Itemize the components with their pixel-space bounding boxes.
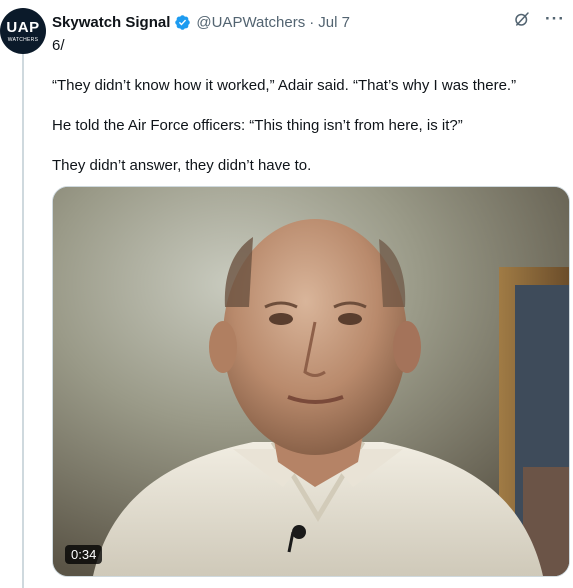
more-icon[interactable]: ··· <box>545 10 565 27</box>
header-separator: · <box>309 13 315 31</box>
avatar[interactable]: UAP WATCHERS <box>0 8 46 54</box>
tweet-paragraph: They didn’t answer, they didn’t have to. <box>52 157 312 174</box>
tweet-date[interactable]: Jul 7 <box>318 14 350 31</box>
author-handle[interactable]: @UAPWatchers <box>196 14 305 31</box>
tweet-header: Skywatch Signal @UAPWatchers · Jul 7 <box>52 11 563 33</box>
video-frame <box>53 187 569 576</box>
video-player[interactable]: 0:34 <box>52 186 570 577</box>
avatar-logo-text: UAP <box>6 18 40 36</box>
grok-icon[interactable] <box>513 10 531 28</box>
author-display-name[interactable]: Skywatch Signal <box>52 14 170 31</box>
thread-line <box>22 52 24 588</box>
thread-number: 6/ <box>52 37 65 54</box>
verified-badge-icon[interactable] <box>174 14 191 31</box>
header-actions: ··· <box>513 10 565 28</box>
video-duration-badge: 0:34 <box>65 545 103 564</box>
tweet-paragraph: “They didn’t know how it worked,” Adair … <box>52 77 517 94</box>
tweet-text: 6/ “They didn’t know how it worked,” Ada… <box>52 36 562 176</box>
avatar-logo-subtext: WATCHERS <box>7 36 39 43</box>
tweet-paragraph: He told the Air Force officers: “This th… <box>52 117 463 134</box>
